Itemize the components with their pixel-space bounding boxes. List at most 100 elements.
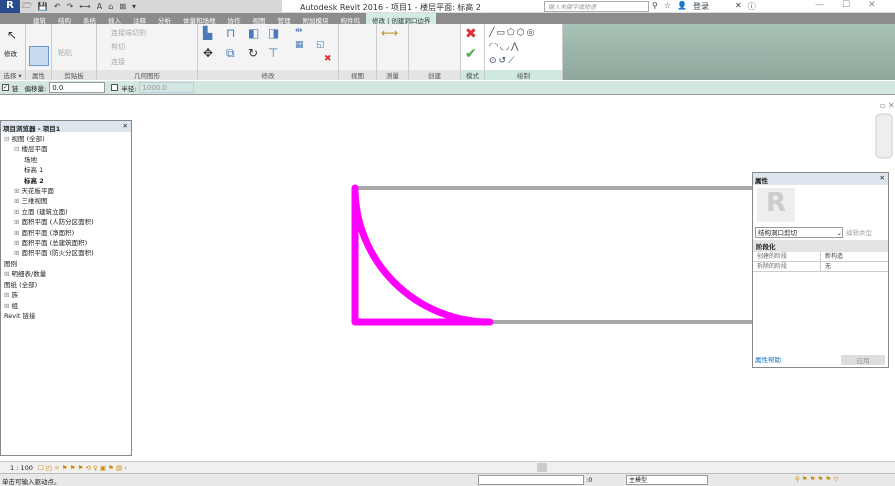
tab[interactable]: 协作 [222,13,247,25]
maximize-button[interactable]: ☐ [842,0,850,10]
tab[interactable]: 管理 [272,13,297,25]
draw-tools[interactable]: ╱▭⬠⬡◎ ◜◝◟◞⋀ ⊙↺⟋ [489,26,536,68]
mirror-draw-icon[interactable]: ◨ [268,26,279,40]
tree-item[interactable]: ⊞ 面积平面 (净面积) [1,228,131,238]
delete-icon[interactable]: ✖ [324,54,332,64]
rotate-icon[interactable]: ↻ [248,46,258,60]
modify-button[interactable]: 修改 [4,48,17,58]
tree-item[interactable]: ⊟ 视图 (全部) [1,134,131,144]
tab[interactable]: 附加模块 [297,13,335,25]
expand-icon[interactable]: ⊞ [14,187,22,195]
view-scale[interactable]: 1 : 100 [10,464,33,472]
property-row[interactable]: 拆除的阶段 无 [753,262,888,272]
design-option-dropdown[interactable]: 主模型 [626,475,708,485]
tree-item[interactable]: ⊞ 天花板平面 [1,186,131,196]
sketch-boundary[interactable] [351,184,494,326]
offset-input[interactable]: 0.0 [49,82,106,93]
tab[interactable]: 插入 [102,13,127,25]
tab[interactable]: 结构 [52,13,77,25]
tree-item[interactable]: 场地 [1,155,131,165]
tab[interactable]: 分析 [152,13,177,25]
chain-checkbox[interactable]: ✓ [2,84,9,91]
close-icon[interactable]: ✕ [123,122,128,130]
select-panel-label[interactable]: 选择 ▾ [0,70,25,80]
minimize-button[interactable]: — [815,0,824,10]
tab[interactable]: 建筑 [27,13,52,25]
align-icon[interactable]: ▙ [203,26,212,40]
dropdown-icon[interactable]: ▾ [132,2,136,11]
offset-icon[interactable]: ⊓ [226,26,235,40]
tree-item[interactable]: ⊞ 三维视图 [1,196,131,206]
tree-item[interactable]: 图纸 (全部) [1,280,131,290]
user-icon[interactable]: 👤 [677,1,687,12]
tree-item[interactable]: ⊞ 明细表/数量 [1,269,131,279]
expand-icon[interactable]: ⊞ [14,218,22,226]
split-icon[interactable]: ⇹ [295,26,303,36]
save-icon[interactable]: 💾 [38,2,48,11]
expand-icon[interactable]: ⊞ [14,239,22,247]
tab[interactable]: 体量和场地 [177,13,222,25]
properties-help-link[interactable]: 属性帮助 [755,354,781,364]
tree-item[interactable]: ⊞ 面积平面 (总建筑面积) [1,238,131,248]
restore-view-icon[interactable]: ▫ ✕ [880,101,895,110]
tree-item[interactable]: 标高 1 [1,165,131,175]
redo-icon[interactable]: ↷ [67,2,74,11]
tab[interactable]: 构件坞 [335,13,367,25]
close-views-icon[interactable]: ⊠ [119,2,126,11]
scale-icon[interactable]: ◱ [316,40,325,50]
tree-item[interactable]: ⊞ 族 [1,290,131,300]
properties-button[interactable] [29,46,49,66]
expand-icon[interactable]: ⊞ [14,249,22,257]
type-selector[interactable]: 结构洞口剪切 ⌄ [755,227,843,238]
tab[interactable]: 视图 [247,13,272,25]
open-icon[interactable]: 🗁 [22,0,32,14]
3d-view-icon[interactable]: ⌂ [108,2,113,11]
tree-item[interactable]: ⊞ 组 [1,301,131,311]
array-icon[interactable]: ▦ [295,40,304,50]
expand-icon[interactable]: ⊟ [4,135,12,143]
expand-icon[interactable]: ⊞ [4,270,12,278]
tree-item[interactable]: ⊟ 楼层平面 [1,144,131,154]
radius-input[interactable]: 1000.0 [139,82,195,93]
undo-icon[interactable]: ↶ [54,2,61,11]
cut-join-button[interactable]: 连接端切割 [111,28,146,38]
tree-item[interactable]: 图例 [1,259,131,269]
copy-icon[interactable]: ⧉ [226,46,235,61]
move-icon[interactable]: ✥ [203,46,213,60]
view-controls-icon[interactable]: ☐ ◰ ☼ ⚑ ⚑ ⚑ ⟲ ♀ ▣ ⚑ ▤ ‹ [38,464,127,472]
navigation-bar[interactable] [875,113,893,159]
tab[interactable]: 注释 [127,13,152,25]
aligned-dimension-icon[interactable]: ⟷ [381,26,398,40]
tab[interactable]: 系统 [77,13,102,25]
cancel-edit-icon[interactable]: ✖ [465,26,477,42]
mirror-axis-icon[interactable]: ◧ [248,26,259,40]
selection-filter-icons[interactable]: ⚲ ⚑ ⚑ ⚑ ⚑ ▽ [795,475,838,483]
close-icon[interactable]: ✕ [880,174,885,182]
tree-item[interactable]: Revit 链接 [1,311,131,321]
expand-icon[interactable]: ⊞ [14,197,22,205]
trim-icon[interactable]: ⊤ [268,46,278,60]
workset-dropdown[interactable] [478,475,584,485]
binoculars-icon[interactable]: ⚲ [652,1,658,12]
expand-icon[interactable]: ⊟ [14,145,22,153]
text-icon[interactable]: A [97,2,102,11]
exchange-icon[interactable]: ✕ [735,1,742,12]
tree-item[interactable]: ⊞ 面积平面 (人防分区面积) [1,217,131,227]
apply-button[interactable]: 应用 [841,355,885,365]
paste-button[interactable]: 粘贴 [58,48,72,58]
horizontal-scrollbar[interactable] [537,463,547,472]
tab[interactable]: 修改 | 创建洞口边界 [366,13,437,25]
star-icon[interactable]: ☆ [664,1,671,12]
expand-icon[interactable]: ⊞ [4,302,12,310]
cut-button[interactable]: 剪切 [111,42,125,52]
group-phasing[interactable]: 阶段化 [753,240,888,252]
expand-icon[interactable]: ⊞ [14,208,22,216]
finish-edit-icon[interactable]: ✔ [465,46,477,62]
tree-item[interactable]: ⊞ 面积平面 (防火分区面积) [1,248,131,258]
expand-icon[interactable]: ⊞ [14,229,22,237]
join-button[interactable]: 连接 [111,57,125,67]
help-icon[interactable]: ⓘ [748,1,756,12]
property-row[interactable]: 创建的阶段 新构造 [753,252,888,262]
radius-checkbox[interactable] [111,84,119,91]
tree-item[interactable]: 标高 2 [1,176,131,186]
